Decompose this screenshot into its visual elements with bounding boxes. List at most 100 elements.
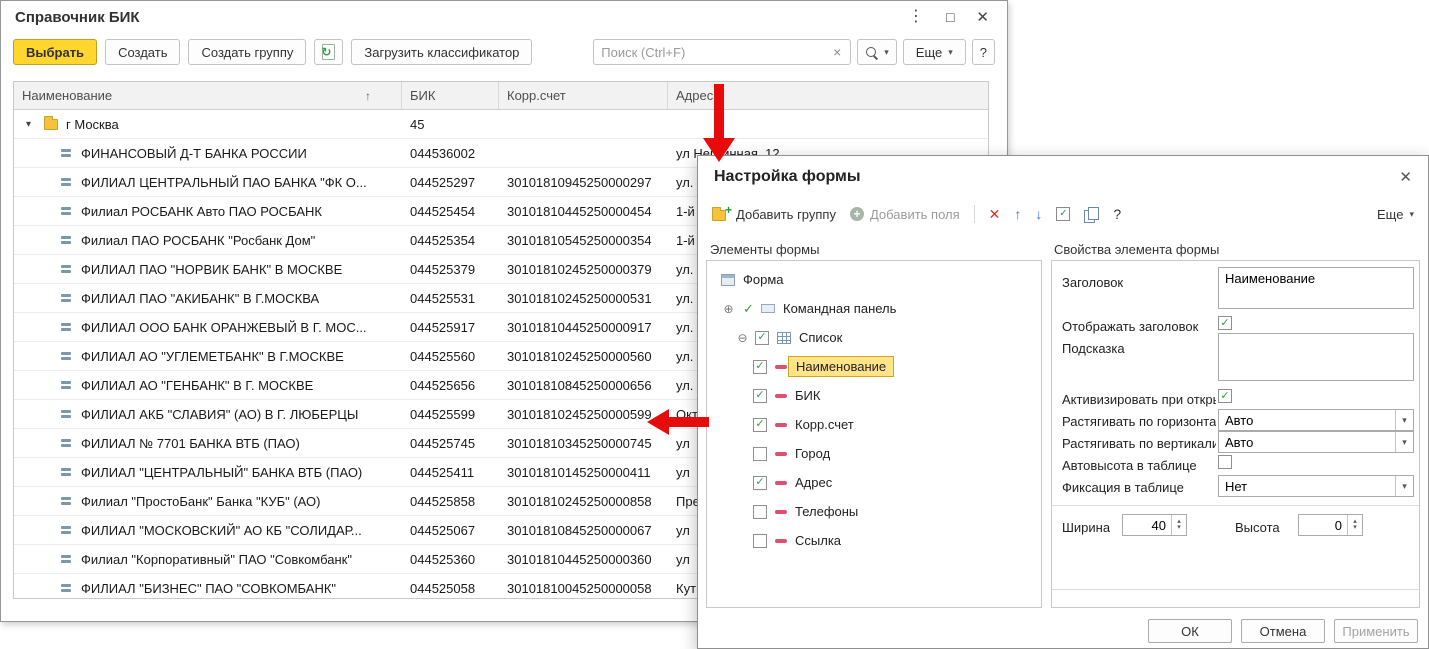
divider <box>1052 505 1419 506</box>
tree-field-bik[interactable]: ✓ БИК <box>707 381 1041 410</box>
list-table-icon <box>777 331 791 344</box>
tree-node-list[interactable]: ⊖ ✓ Список <box>707 323 1041 352</box>
search-button[interactable]: ▾ <box>857 39 897 65</box>
bank-corr: 30101810245250000560 <box>507 348 652 364</box>
column-header-addr[interactable]: Адрес <box>668 82 988 109</box>
field-icon <box>775 361 787 373</box>
ok-button[interactable]: ОК <box>1148 619 1232 643</box>
field-label: БИК <box>795 388 821 403</box>
prop-stretch-h-select[interactable]: Авто ▾ <box>1218 409 1414 431</box>
cell-corr: 30101810245250000531 <box>499 284 668 312</box>
prop-width-spinner[interactable]: 40 ▴ ▾ <box>1122 514 1187 536</box>
bank-corr: 30101810245250000531 <box>507 290 652 306</box>
bank-name: Филиал ПАО РОСБАНК "Росбанк Дом" <box>81 232 316 248</box>
field-checkbox[interactable]: ✓ <box>753 475 767 490</box>
command-bar-check[interactable]: ✓ <box>741 301 756 317</box>
load-classifier-button[interactable]: Загрузить классификатор <box>351 39 533 65</box>
delete-icon[interactable]: ✕ <box>989 207 1001 221</box>
field-checkbox[interactable] <box>753 446 767 461</box>
tree-node-command-bar[interactable]: ⊕ ✓ Командная панель <box>707 294 1041 323</box>
maximize-icon[interactable]: □ <box>946 10 954 24</box>
prop-autoheight-checkbox[interactable] <box>1218 455 1232 469</box>
bank-corr: 30101810245250000599 <box>507 406 652 422</box>
bank-icon <box>60 437 72 450</box>
cell-bik: 044525360 <box>402 545 499 573</box>
bank-corr: 30101810445250000454 <box>507 203 652 219</box>
column-header-name[interactable]: Наименование ↑ <box>14 82 402 109</box>
tree-field-naimenovanie[interactable]: ✓ Наименование <box>707 352 1041 381</box>
group-row-moscow[interactable]: ▾ г Москва 45 <box>14 110 988 139</box>
column-header-corr[interactable]: Корр.счет <box>499 82 668 109</box>
field-icon <box>775 448 787 460</box>
add-group-button[interactable]: + Добавить группу <box>712 203 836 222</box>
clear-search-icon[interactable]: × <box>831 44 843 60</box>
more-button[interactable]: Еще ▾ <box>902 39 966 65</box>
cell-corr: 30101810445250000454 <box>499 197 668 225</box>
group-bik: 45 <box>410 116 425 132</box>
spinner-arrows-icon[interactable]: ▴ ▾ <box>1347 515 1362 535</box>
field-checkbox[interactable] <box>753 533 767 548</box>
toolbar-separator <box>973 205 975 223</box>
copy-settings-icon[interactable] <box>1084 206 1100 223</box>
apply-button[interactable]: Применить <box>1334 619 1418 643</box>
prop-activate-checkbox[interactable]: ✓ <box>1218 389 1232 403</box>
column-header-bik[interactable]: БИК <box>402 82 499 109</box>
expander-icon[interactable]: ▾ <box>26 119 40 130</box>
help-button[interactable]: ? <box>971 39 995 65</box>
bank-bik: 044525745 <box>410 435 476 451</box>
tree-field-gorod[interactable]: Город <box>707 439 1041 468</box>
cell-name: Филиал "ПростоБанк" Банка "КУБ" (АО) <box>14 487 402 515</box>
bank-bik: 044525917 <box>410 319 476 335</box>
bank-name: ФИЛИАЛ АКБ "СЛАВИЯ" (АО) В Г. ЛЮБЕРЦЫ <box>81 406 359 422</box>
create-button[interactable]: Создать <box>105 39 181 65</box>
dialog-help-icon[interactable]: ? <box>1113 207 1121 221</box>
search-area: Поиск (Ctrl+F) × ▾ Еще ▾ ? <box>593 39 995 65</box>
dialog-more-label: Еще <box>1377 206 1404 222</box>
move-up-icon[interactable]: ↑ <box>1014 207 1021 221</box>
field-checkbox[interactable]: ✓ <box>753 359 767 374</box>
field-checkbox[interactable] <box>753 504 767 519</box>
move-down-icon[interactable]: ↓ <box>1035 207 1042 221</box>
cancel-button[interactable]: Отмена <box>1241 619 1325 643</box>
prop-tooltip-input[interactable] <box>1218 333 1414 381</box>
bank-bik: 044525297 <box>410 174 476 190</box>
select-button[interactable]: Выбрать <box>13 39 98 65</box>
field-checkbox[interactable]: ✓ <box>753 417 767 432</box>
prop-label-height: Высота <box>1235 520 1280 535</box>
bank-bik: 044525858 <box>410 493 476 509</box>
tree-node-form[interactable]: Форма <box>707 265 1041 294</box>
bank-bik: 044525067 <box>410 522 476 538</box>
tree-field-telefony[interactable]: Телефоны <box>707 497 1041 526</box>
field-checkbox[interactable]: ✓ <box>753 388 767 403</box>
cell-name: ФИЛИАЛ "БИЗНЕС" ПАО "СОВКОМБАНК" <box>14 574 402 598</box>
prop-height-spinner[interactable]: 0 ▴ ▾ <box>1298 514 1363 536</box>
create-from-classifier-button[interactable]: ↻ <box>314 39 344 65</box>
bank-name: ФИЛИАЛ ООО БАНК ОРАНЖЕВЫЙ В Г. МОС... <box>81 319 367 335</box>
check-all-icon[interactable]: ✓ <box>1056 207 1071 221</box>
bank-name: ФИЛИАЛ ПАО "НОРВИК БАНК" В МОСКВЕ <box>81 261 343 277</box>
prop-stretch-v-select[interactable]: Авто ▾ <box>1218 431 1414 453</box>
tree-node-label: Командная панель <box>783 301 897 316</box>
add-fields-button[interactable]: + Добавить поля <box>849 207 960 222</box>
window-menu-icon[interactable]: ⋮ <box>908 9 924 25</box>
prop-show-title-checkbox[interactable]: ✓ <box>1218 316 1232 330</box>
cell-bik: 45 <box>402 110 499 138</box>
spinner-arrows-icon[interactable]: ▴ ▾ <box>1171 515 1186 535</box>
cell-bik: 044525058 <box>402 574 499 598</box>
tree-field-korr-schet[interactable]: ✓ Корр.счет <box>707 410 1041 439</box>
field-label: Ссылка <box>795 533 842 548</box>
dialog-more-button[interactable]: Еще ▾ <box>1377 207 1414 222</box>
list-checkbox[interactable]: ✓ <box>755 330 769 345</box>
prop-fixation-select[interactable]: Нет ▾ <box>1218 475 1414 497</box>
tree-field-ssylka[interactable]: Ссылка <box>707 526 1041 555</box>
tree-field-adres[interactable]: ✓ Адрес <box>707 468 1041 497</box>
create-group-button[interactable]: Создать группу <box>188 39 307 65</box>
prop-title-input[interactable]: Наименование <box>1218 267 1414 309</box>
search-input[interactable]: Поиск (Ctrl+F) × <box>593 39 852 65</box>
collapse-icon[interactable]: ⊖ <box>735 331 750 345</box>
bank-bik: 044525360 <box>410 551 476 567</box>
expand-icon[interactable]: ⊕ <box>721 302 736 316</box>
close-icon[interactable]: ✕ <box>976 10 989 25</box>
sort-asc-icon: ↑ <box>365 88 371 103</box>
dialog-close-icon[interactable]: ✕ <box>1399 168 1412 186</box>
